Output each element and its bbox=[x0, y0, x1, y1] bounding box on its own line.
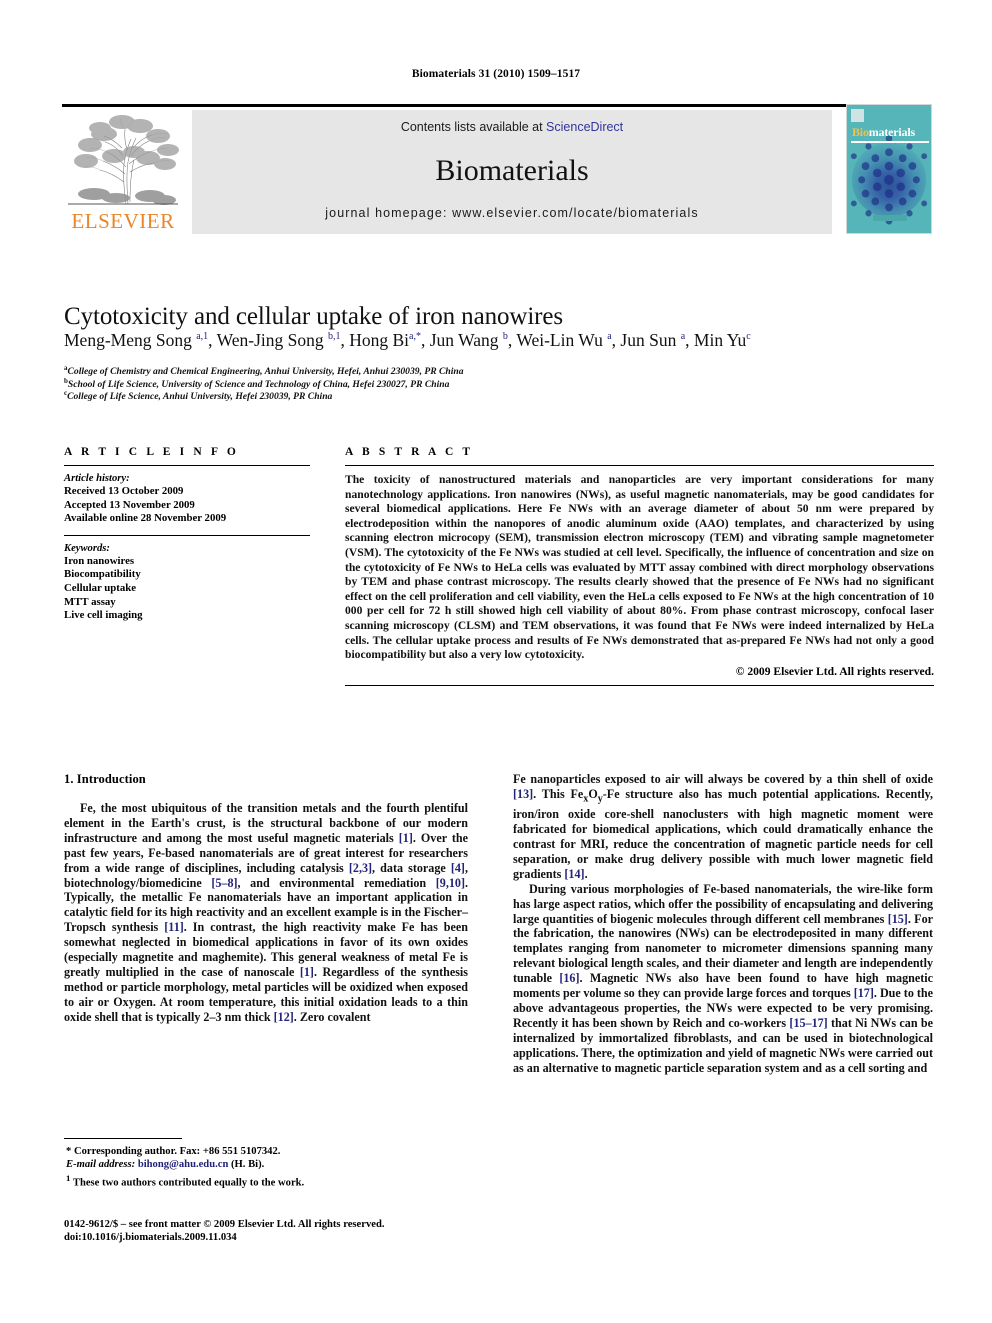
email-link[interactable]: bihong@ahu.edu.cn bbox=[138, 1159, 229, 1170]
abstract-rule-bottom bbox=[345, 684, 934, 686]
abstract-copyright: © 2009 Elsevier Ltd. All rights reserved… bbox=[735, 664, 934, 678]
footnote-block: * Corresponding author. Fax: +86 551 510… bbox=[64, 1138, 468, 1190]
equal-contribution-text: These two authors contributed equally to… bbox=[72, 1177, 305, 1189]
cover-title-bio: Bio bbox=[852, 125, 869, 139]
journal-cover-thumbnail: Biomaterials bbox=[846, 104, 932, 234]
article-info-heading: A R T I C L E I N F O bbox=[64, 446, 239, 458]
email-suffix: (H. Bi). bbox=[231, 1159, 265, 1171]
keyword-item: Biocompatibility bbox=[64, 568, 141, 581]
section-heading-introduction: 1. Introduction bbox=[64, 772, 146, 786]
article-info-rule-top bbox=[64, 465, 310, 466]
article-info-panel: A R T I C L E I N F O Article history: R… bbox=[64, 446, 310, 623]
keywords-label: Keywords: bbox=[64, 542, 110, 554]
journal-banner: Contents lists available at ScienceDirec… bbox=[192, 110, 832, 234]
keyword-item: Live cell imaging bbox=[64, 609, 143, 622]
journal-title: Biomaterials bbox=[435, 154, 589, 187]
doi-line: doi:10.1016/j.biomaterials.2009.11.034 bbox=[64, 1232, 237, 1244]
affiliation-text: College of Life Science, Anhui Universit… bbox=[67, 391, 333, 403]
article-page: Biomaterials 31 (2010) 1509–1517 ELSEVIE… bbox=[0, 0, 992, 1323]
body-column-left: 1. Introduction Fe, the most ubiquitous … bbox=[64, 772, 468, 1025]
abstract-heading: A B S T R A C T bbox=[345, 446, 474, 458]
affiliation-item: aCollege of Chemistry and Chemical Engin… bbox=[64, 364, 944, 379]
keyword-item: Iron nanowires bbox=[64, 554, 135, 567]
cover-divider bbox=[851, 141, 929, 143]
corresponding-author-note: * Corresponding author. Fax: +86 551 510… bbox=[66, 1146, 281, 1157]
footnote-marker: 1 bbox=[66, 1172, 71, 1183]
footnote-rule bbox=[64, 1138, 182, 1139]
abstract-text: The toxicity of nanostructured materials… bbox=[345, 473, 934, 662]
affiliation-item: cCollege of Life Science, Anhui Universi… bbox=[64, 390, 944, 404]
journal-masthead: ELSEVIER Contents lists available at Sci… bbox=[62, 104, 932, 236]
running-head: Biomaterials 31 (2010) 1509–1517 bbox=[411, 68, 581, 80]
paragraph: During various morphologies of Fe-based … bbox=[513, 881, 934, 1075]
article-history-list: Received 13 October 2009 Accepted 13 Nov… bbox=[64, 485, 310, 526]
contents-prefix: Contents lists available at bbox=[400, 120, 547, 134]
article-history-label: Article history: bbox=[64, 473, 130, 484]
elsevier-logo: ELSEVIER bbox=[62, 112, 184, 236]
affiliation-text: College of Chemistry and Chemical Engine… bbox=[67, 366, 464, 377]
history-item: Available online 28 November 2009 bbox=[64, 512, 227, 525]
elsevier-tree-logo-icon bbox=[64, 112, 182, 208]
history-item: Accepted 13 November 2009 bbox=[64, 498, 195, 511]
cover-title-materials: materials bbox=[868, 125, 915, 139]
history-item: Received 13 October 2009 bbox=[64, 485, 184, 497]
paragraph: Fe, the most ubiquitous of the transitio… bbox=[64, 801, 468, 1024]
affiliation-text: School of Life Science, University of Sc… bbox=[67, 378, 450, 390]
issn-line: 0142-9612/$ – see front matter © 2009 El… bbox=[64, 1219, 385, 1230]
affiliation-item: bSchool of Life Science, University of S… bbox=[64, 377, 944, 392]
author-list: Meng-Meng Song a,1, Wen-Jing Song b,1, H… bbox=[64, 330, 751, 350]
cover-elsevier-mark-icon bbox=[851, 109, 864, 122]
abstract-rule-top bbox=[345, 465, 934, 466]
contents-available-line: Contents lists available at ScienceDirec… bbox=[192, 120, 832, 134]
article-info-rule-mid bbox=[64, 534, 310, 536]
keyword-item: MTT assay bbox=[64, 595, 116, 608]
body-column-right: Fe nanoparticles exposed to air will alw… bbox=[513, 772, 933, 1076]
sciencedirect-link[interactable]: ScienceDirect bbox=[546, 120, 623, 134]
keywords-list: Iron nanowires Biocompatibility Cellular… bbox=[64, 555, 310, 623]
abstract-panel: A B S T R A C T The toxicity of nanostru… bbox=[345, 446, 934, 686]
cover-footer-box bbox=[873, 215, 907, 221]
masthead-top-rule bbox=[62, 104, 932, 107]
equal-contribution-note: 1 These two authors contributed equally … bbox=[64, 1172, 468, 1190]
email-note: E-mail address: bihong@ahu.edu.cn (H. Bi… bbox=[64, 1158, 468, 1171]
journal-homepage-link[interactable]: journal homepage: www.elsevier.com/locat… bbox=[192, 206, 832, 220]
cover-journal-title: Biomaterials bbox=[852, 125, 915, 140]
imprint-block: 0142-9612/$ – see front matter © 2009 El… bbox=[64, 1218, 484, 1244]
affiliation-list: aCollege of Chemistry and Chemical Engin… bbox=[64, 364, 944, 404]
email-label: E-mail address: bbox=[66, 1159, 136, 1171]
keyword-item: Cellular uptake bbox=[64, 581, 137, 594]
elsevier-wordmark: ELSEVIER bbox=[71, 209, 175, 233]
paragraph: Fe nanoparticles exposed to air will alw… bbox=[513, 772, 934, 881]
page-title: Cytotoxicity and cellular uptake of iron… bbox=[64, 302, 564, 330]
